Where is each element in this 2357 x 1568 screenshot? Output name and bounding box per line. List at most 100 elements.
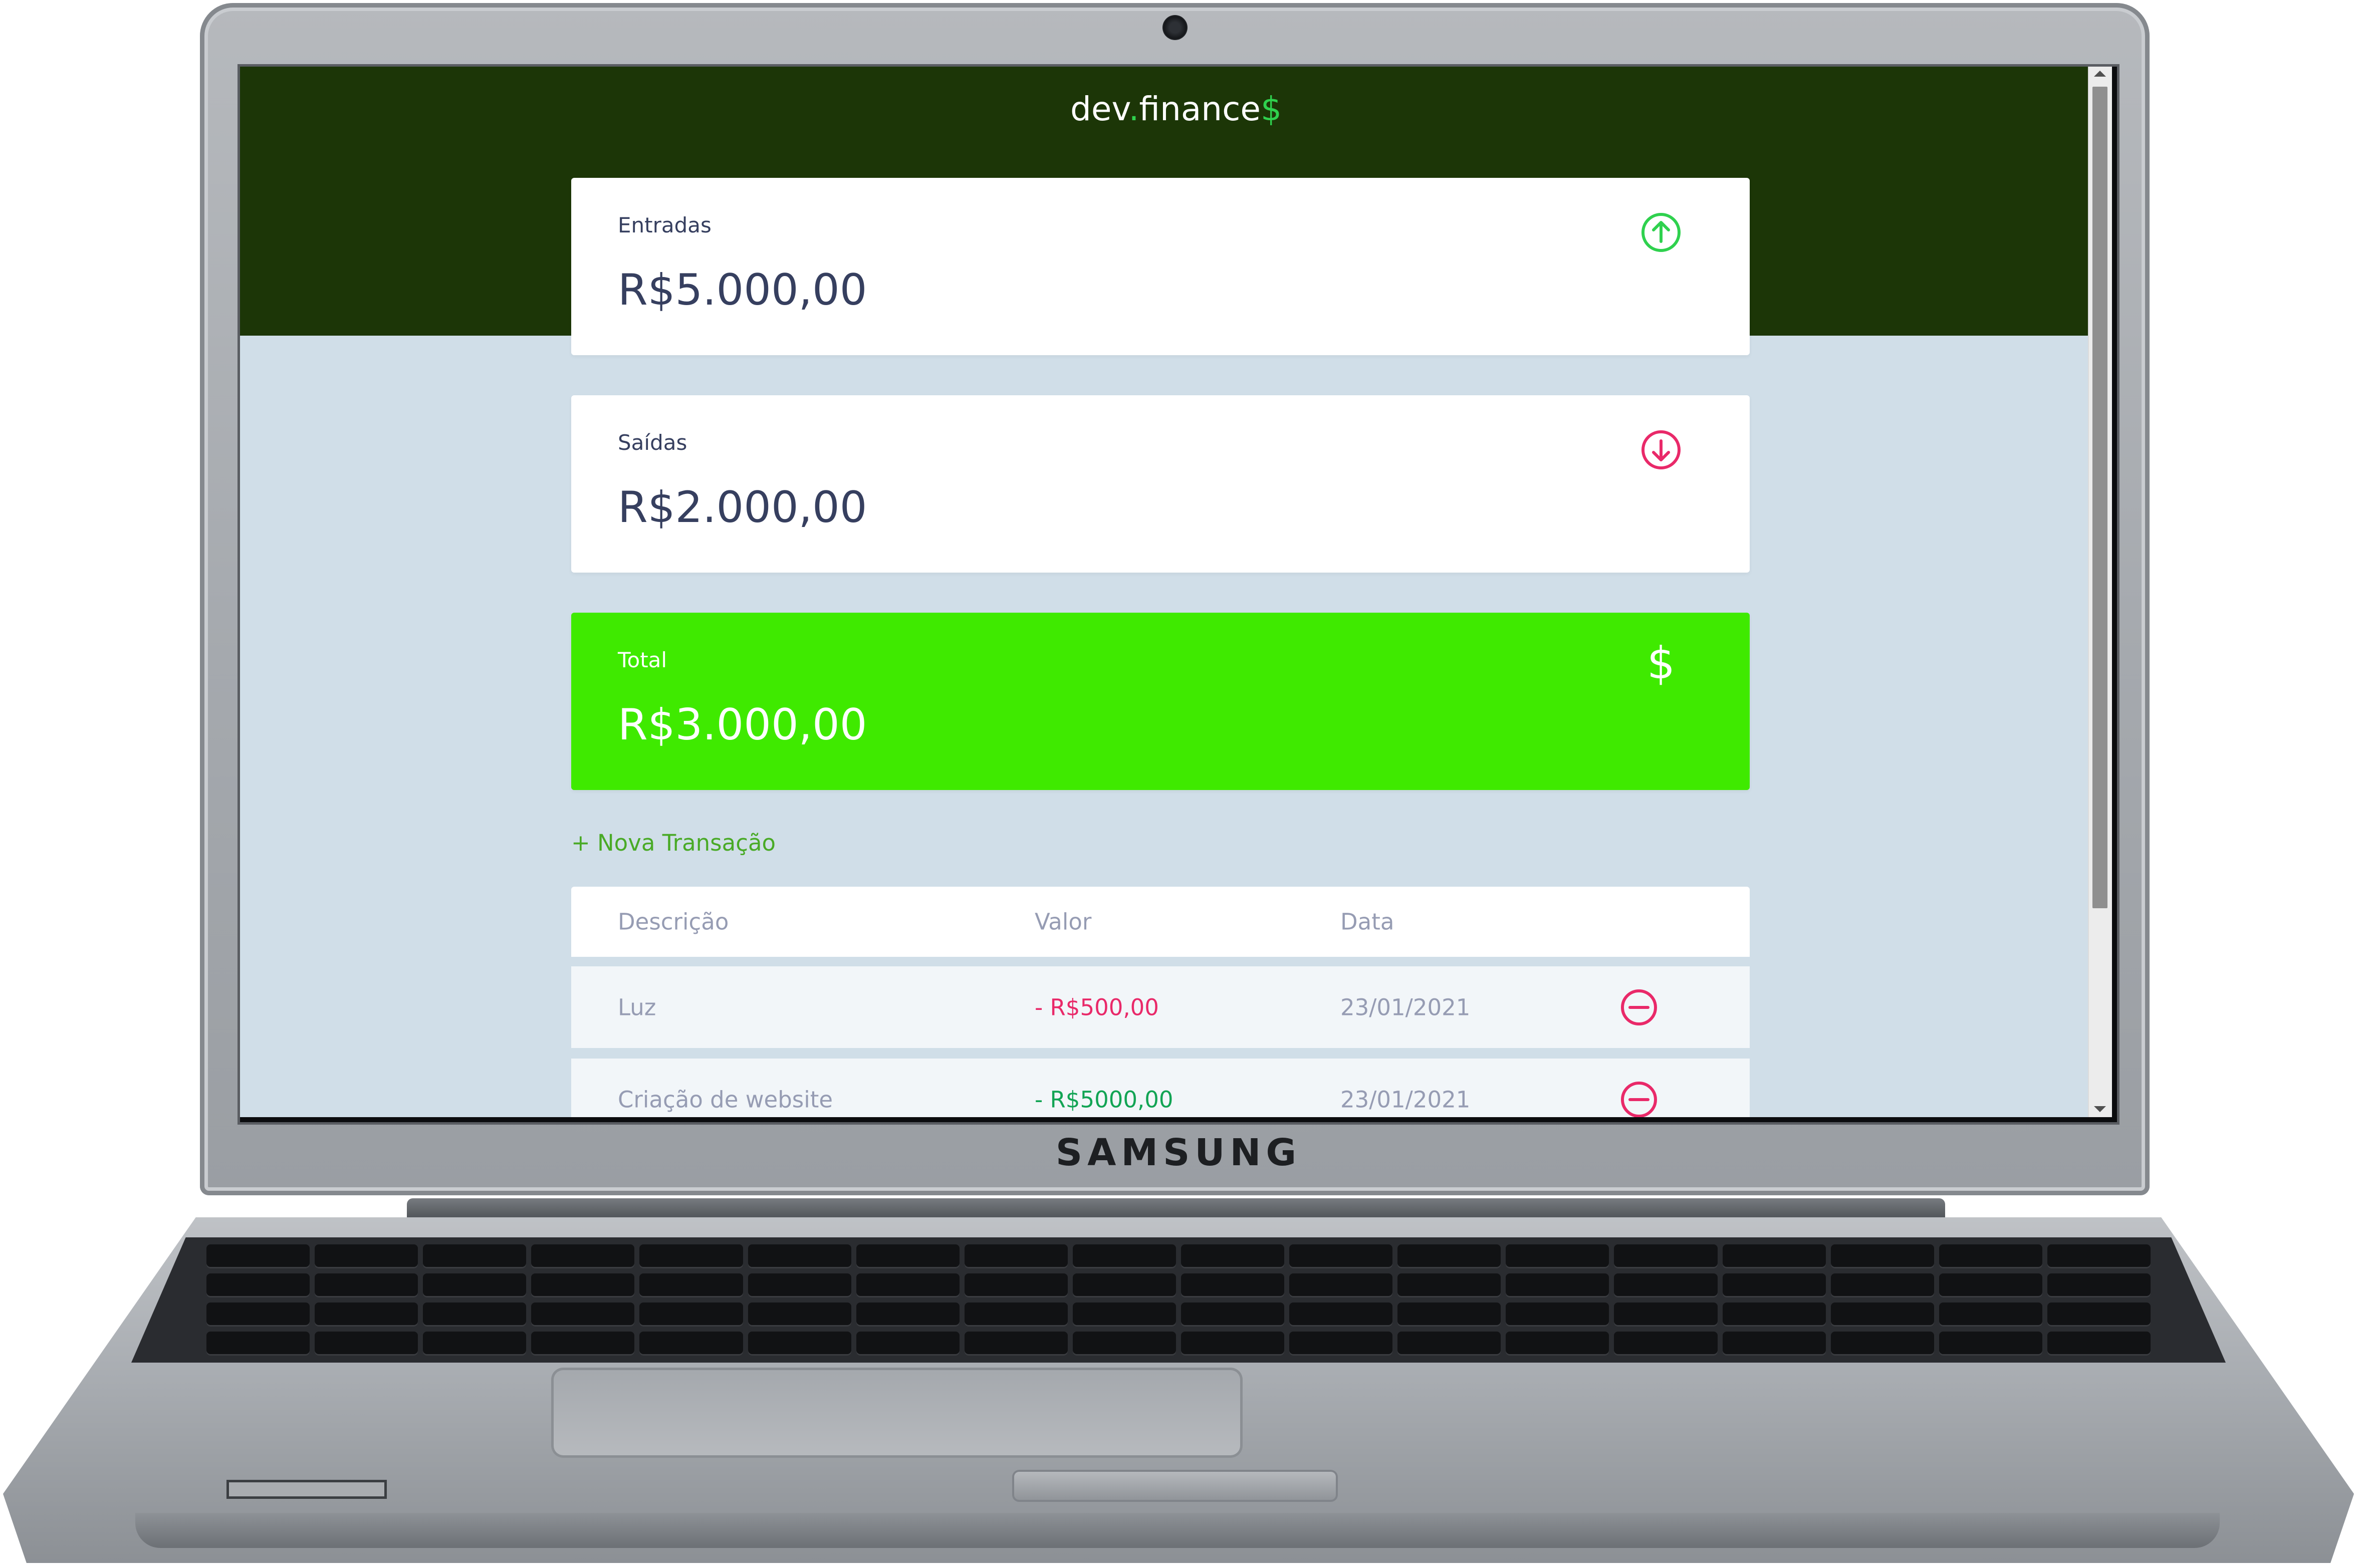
logo-dot: . bbox=[1128, 90, 1139, 128]
keyboard-key bbox=[1614, 1302, 1718, 1327]
row-value: - R$5000,00 bbox=[1035, 1086, 1173, 1113]
total-label: Total bbox=[618, 648, 667, 672]
card-reader-slot bbox=[226, 1480, 387, 1499]
header-value: Valor bbox=[1035, 908, 1092, 935]
arrow-down-circle-icon bbox=[1641, 430, 1681, 469]
keyboard-key bbox=[1289, 1273, 1393, 1297]
keyboard-key bbox=[1939, 1273, 2042, 1297]
keyboard-key bbox=[206, 1332, 310, 1356]
keyboard-key bbox=[856, 1332, 960, 1356]
keyboard-key bbox=[964, 1332, 1068, 1356]
keyboard-key bbox=[315, 1273, 418, 1297]
keyboard-key bbox=[1830, 1332, 1934, 1356]
keyboard-key bbox=[1722, 1302, 1826, 1327]
keyboard-key bbox=[1614, 1244, 1718, 1268]
logo-dollar: $ bbox=[1261, 90, 1282, 128]
keyboard-key bbox=[315, 1332, 418, 1356]
keyboard-key bbox=[1830, 1273, 1934, 1297]
keyboard-key bbox=[748, 1302, 851, 1327]
keyboard-key bbox=[531, 1273, 635, 1297]
keyboard-key bbox=[423, 1302, 527, 1327]
keyboard-key bbox=[206, 1273, 310, 1297]
keyboard-key bbox=[1506, 1273, 1609, 1297]
browser-viewport: dev.finance$ Entradas R$5.000,00 Saídas … bbox=[240, 67, 2112, 1117]
keyboard-key bbox=[1181, 1244, 1285, 1268]
keyboard-key bbox=[1939, 1244, 2042, 1268]
scrollbar-thumb[interactable] bbox=[2092, 87, 2107, 908]
remove-transaction-icon[interactable] bbox=[1619, 987, 1659, 1027]
keyboard-key bbox=[2047, 1244, 2151, 1268]
keyboard-key bbox=[1072, 1302, 1176, 1327]
table-row: Criação de website - R$5000,00 23/01/202… bbox=[571, 1059, 1750, 1117]
total-value: R$3.000,00 bbox=[618, 700, 867, 750]
keyboard-key bbox=[1614, 1273, 1718, 1297]
keyboard-key bbox=[856, 1273, 960, 1297]
header-description: Descrição bbox=[618, 908, 729, 935]
income-value: R$5.000,00 bbox=[618, 265, 867, 315]
keyboard-key bbox=[315, 1302, 418, 1327]
keyboard-key bbox=[1506, 1332, 1609, 1356]
scroll-down-icon[interactable] bbox=[2094, 1106, 2106, 1112]
keyboard-key bbox=[423, 1273, 527, 1297]
keyboard-key bbox=[1181, 1302, 1285, 1327]
keyboard-key bbox=[2047, 1302, 2151, 1327]
keyboard-key bbox=[1506, 1302, 1609, 1327]
keyboard-key bbox=[1072, 1332, 1176, 1356]
row-value: - R$500,00 bbox=[1035, 994, 1159, 1020]
keyboard-key bbox=[639, 1244, 743, 1268]
keyboard-key bbox=[748, 1273, 851, 1297]
keyboard-key bbox=[1722, 1273, 1826, 1297]
keyboard-key bbox=[1397, 1273, 1501, 1297]
keyboard-key bbox=[2047, 1273, 2151, 1297]
keyboard bbox=[131, 1237, 2226, 1363]
new-transaction-button[interactable]: + Nova Transação bbox=[571, 830, 776, 856]
keyboard-key bbox=[1830, 1244, 1934, 1268]
keyboard-key bbox=[748, 1332, 851, 1356]
lid-opening-notch bbox=[1012, 1470, 1338, 1502]
row-date: 23/01/2021 bbox=[1340, 1086, 1471, 1113]
touchpad bbox=[551, 1368, 1243, 1458]
keyboard-key bbox=[531, 1332, 635, 1356]
keyboard-key bbox=[1397, 1244, 1501, 1268]
brand-logo: SAMSUNG bbox=[1055, 1131, 1302, 1174]
keyboard-key bbox=[856, 1244, 960, 1268]
keyboard-key bbox=[1181, 1332, 1285, 1356]
income-card: Entradas R$5.000,00 bbox=[571, 178, 1750, 355]
keyboard-key bbox=[1722, 1244, 1826, 1268]
keyboard-key bbox=[1397, 1332, 1501, 1356]
keyboard-key bbox=[964, 1302, 1068, 1327]
keyboard-key bbox=[964, 1244, 1068, 1268]
row-date: 23/01/2021 bbox=[1340, 994, 1471, 1020]
keyboard-key bbox=[1181, 1273, 1285, 1297]
keyboard-key bbox=[206, 1302, 310, 1327]
keyboard-key bbox=[1072, 1273, 1176, 1297]
expense-card: Saídas R$2.000,00 bbox=[571, 395, 1750, 573]
keyboard-key bbox=[639, 1332, 743, 1356]
remove-transaction-icon[interactable] bbox=[1619, 1080, 1659, 1118]
keyboard-key bbox=[964, 1273, 1068, 1297]
header-date: Data bbox=[1340, 908, 1394, 935]
row-description: Criação de website bbox=[618, 1086, 833, 1113]
keyboard-key bbox=[748, 1244, 851, 1268]
keyboard-key bbox=[639, 1273, 743, 1297]
table-row: Luz - R$500,00 23/01/2021 bbox=[571, 966, 1750, 1048]
dollar-icon: $ bbox=[1647, 637, 1675, 689]
keyboard-key bbox=[1397, 1302, 1501, 1327]
keyboard-key bbox=[1289, 1302, 1393, 1327]
keyboard-key bbox=[1830, 1302, 1934, 1327]
logo-text-finance: finance bbox=[1139, 90, 1261, 128]
total-card: Total R$3.000,00 $ bbox=[571, 613, 1750, 790]
keyboard-key bbox=[856, 1302, 960, 1327]
keyboard-key bbox=[1506, 1244, 1609, 1268]
laptop-front-edge bbox=[135, 1513, 2220, 1548]
keyboard-key bbox=[423, 1332, 527, 1356]
keyboard-key bbox=[531, 1244, 635, 1268]
income-label: Entradas bbox=[618, 213, 712, 237]
app-logo: dev.finance$ bbox=[240, 90, 2112, 128]
keyboard-key bbox=[315, 1244, 418, 1268]
row-description: Luz bbox=[618, 994, 656, 1020]
scroll-up-icon[interactable] bbox=[2094, 71, 2106, 77]
keyboard-key bbox=[1072, 1244, 1176, 1268]
expense-label: Saídas bbox=[618, 430, 687, 455]
webcam-icon bbox=[1162, 15, 1188, 40]
